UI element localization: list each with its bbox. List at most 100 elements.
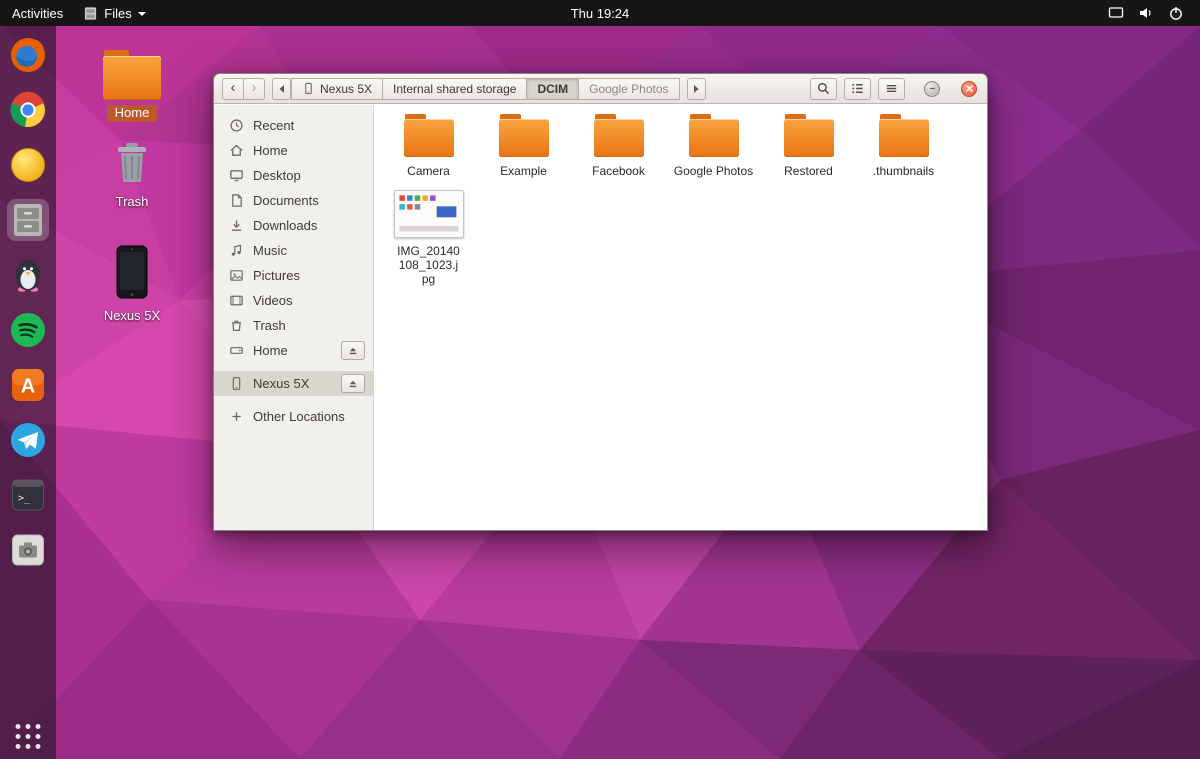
sidebar-item-trash-8[interactable]: Trash	[214, 313, 373, 338]
path-scroll-left-button[interactable]	[272, 78, 291, 100]
folder-camera[interactable]: Camera	[381, 119, 476, 178]
header-actions	[810, 78, 979, 100]
path-segment-label: Internal shared storage	[393, 82, 516, 96]
desktop-icon	[229, 168, 244, 183]
path-segment-internal-shared-storage[interactable]: Internal shared storage	[382, 78, 527, 100]
back-button[interactable]: ‹	[222, 78, 244, 100]
system-tray	[1108, 5, 1200, 21]
screenshot-tool-dock-icon[interactable]	[7, 529, 49, 571]
recent-icon	[229, 118, 244, 133]
file-label: Camera	[407, 164, 450, 178]
folder-icon	[879, 119, 929, 157]
sidebar-item-music-5[interactable]: Music	[214, 238, 373, 263]
spotify-dock-icon[interactable]	[7, 309, 49, 351]
trash-icon	[229, 318, 244, 333]
sidebar-item-label: Documents	[253, 193, 319, 208]
sidebar-item-documents-3[interactable]: Documents	[214, 188, 373, 213]
sidebar-item-label: Downloads	[253, 218, 317, 233]
eject-button[interactable]	[341, 374, 365, 393]
file-label: Google Photos	[674, 164, 753, 178]
ubuntu-software-dock-icon[interactable]: A	[7, 364, 49, 406]
firefox-dock-icon[interactable]	[7, 34, 49, 76]
window-close-button[interactable]	[961, 81, 977, 97]
folder-google-photos[interactable]: Google Photos	[666, 119, 761, 178]
path-segment-dcim[interactable]: DCIM	[526, 78, 579, 100]
folder-restored[interactable]: Restored	[761, 119, 856, 178]
telegram-dock-icon[interactable]	[7, 419, 49, 461]
view-toggle-button[interactable]	[844, 78, 871, 100]
cheese-dock-icon[interactable]	[7, 144, 49, 186]
sidebar-item-label: Trash	[253, 318, 286, 333]
menu-button[interactable]	[878, 78, 905, 100]
folder-icon	[103, 56, 161, 100]
penguin-app-dock-icon[interactable]	[7, 254, 49, 296]
home-icon	[229, 143, 244, 158]
path-segment-google-photos[interactable]: Google Photos	[578, 78, 679, 100]
folder-icon	[404, 119, 454, 157]
sidebar-item-other-locations-11[interactable]: Other Locations	[214, 404, 373, 429]
file-img-20140108-1023-jpg[interactable]: IMG_20140108_1023.jpg	[381, 190, 476, 286]
files-window: ‹ › Nexus 5X Internal shared storage DCIM G…	[213, 73, 988, 531]
window-minimize-button[interactable]	[924, 81, 940, 97]
chevron-down-icon	[138, 12, 146, 16]
file-label: IMG_20140108_1023.jpg	[396, 244, 462, 286]
sidebar-item-label: Home	[253, 143, 288, 158]
eject-button[interactable]	[341, 341, 365, 360]
music-icon	[229, 243, 244, 258]
chrome-dock-icon[interactable]	[7, 89, 49, 131]
activities-button[interactable]: Activities	[12, 6, 63, 21]
downloads-icon	[229, 218, 244, 233]
sidebar-item-home-1[interactable]: Home	[214, 138, 373, 163]
sidebar-item-label: Music	[253, 243, 287, 258]
folder-example[interactable]: Example	[476, 119, 571, 178]
files-dock-icon[interactable]	[7, 199, 49, 241]
show-applications-button[interactable]	[16, 724, 41, 749]
sidebar-item-videos-7[interactable]: Videos	[214, 288, 373, 313]
svg-text:>_: >_	[18, 493, 31, 504]
sidebar-item-label: Videos	[253, 293, 293, 308]
sidebar-item-nexus-5x-10[interactable]: Nexus 5X	[214, 371, 373, 396]
path-segment-nexus-5x[interactable]: Nexus 5X	[291, 78, 383, 100]
dock: A >_	[0, 26, 56, 759]
desktop-icon-label: Nexus 5X	[104, 309, 160, 323]
search-button[interactable]	[810, 78, 837, 100]
desktop-icon-nexus-5x[interactable]: Nexus 5X	[90, 245, 174, 323]
desktop-icon-home[interactable]: Home	[90, 56, 174, 122]
file-label: Restored	[784, 164, 833, 178]
svg-text:A: A	[21, 376, 35, 398]
path-segment-label: Google Photos	[589, 82, 668, 96]
phone-icon	[115, 245, 149, 304]
file-label: Facebook	[592, 164, 645, 178]
folder-icon	[689, 119, 739, 157]
folder-thumbnails[interactable]: .thumbnails	[856, 119, 951, 178]
plus-icon	[229, 409, 244, 424]
path-segment-label: Nexus 5X	[320, 82, 372, 96]
sidebar-item-label: Recent	[253, 118, 294, 133]
sidebar-item-recent-0[interactable]: Recent	[214, 113, 373, 138]
display-icon[interactable]	[1108, 5, 1124, 21]
path-scroll-right-button[interactable]	[687, 78, 706, 100]
sidebar-item-home-9[interactable]: Home	[214, 338, 373, 363]
forward-button[interactable]: ›	[243, 78, 265, 100]
folder-facebook[interactable]: Facebook	[571, 119, 666, 178]
sidebar-item-label: Pictures	[253, 268, 300, 283]
clock[interactable]: Thu 19:24	[571, 6, 630, 21]
sidebar-item-desktop-2[interactable]: Desktop	[214, 163, 373, 188]
desktop-icon-trash[interactable]: Trash	[90, 141, 174, 209]
sidebar-item-downloads-4[interactable]: Downloads	[214, 213, 373, 238]
videos-icon	[229, 293, 244, 308]
file-label: Example	[500, 164, 547, 178]
sidebar-item-label: Home	[253, 343, 288, 358]
desktop: Activities Files Thu 19:24 A >_	[0, 0, 1200, 759]
path-bar: Nexus 5X Internal shared storage DCIM Googl…	[292, 78, 680, 100]
terminal-dock-icon[interactable]: >_	[7, 474, 49, 516]
volume-icon[interactable]	[1138, 5, 1154, 21]
app-menu[interactable]: Files	[83, 6, 145, 21]
sidebar-item-pictures-6[interactable]: Pictures	[214, 263, 373, 288]
header-bar: ‹ › Nexus 5X Internal shared storage DCIM G…	[214, 74, 987, 104]
power-icon[interactable]	[1168, 5, 1184, 21]
drive-icon	[229, 343, 244, 358]
dock-items: A >_	[7, 34, 49, 571]
path-segment-label: DCIM	[537, 82, 568, 96]
trash-icon	[113, 141, 151, 190]
